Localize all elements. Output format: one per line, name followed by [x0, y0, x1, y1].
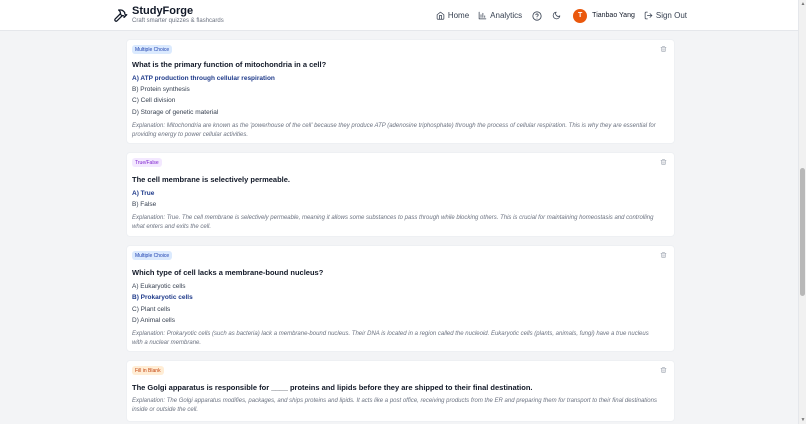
question-text: Which type of cell lacks a membrane-boun… [132, 268, 324, 277]
trash-icon[interactable] [660, 251, 667, 259]
option: C) Cell division [132, 97, 176, 104]
nav-analytics[interactable]: Analytics [478, 11, 522, 20]
theme-toggle-button[interactable] [551, 10, 562, 21]
option: D) Animal cells [132, 317, 175, 324]
option-correct: B) Prokaryotic cells [132, 294, 193, 301]
scroll-up-icon[interactable]: ▲ [800, 1, 806, 7]
question-card: Fill in Blank The Golgi apparatus is res… [126, 360, 675, 422]
scroll-thumb[interactable] [800, 168, 805, 296]
sign-out-label: Sign Out [655, 11, 687, 20]
explanation-text: Explanation: Mitochondria are known as t… [132, 123, 656, 138]
user-avatar[interactable]: T [573, 8, 588, 23]
app-header: StudyForge Craft smarter quizzes & flash… [0, 0, 798, 31]
moon-icon [552, 11, 561, 20]
app-tagline: Craft smarter quizzes & flashcards [132, 18, 224, 24]
option: A) Eukaryotic cells [132, 283, 186, 290]
option: B) False [132, 201, 157, 208]
question-card: Multiple Choice What is the primary func… [126, 39, 675, 144]
help-circle-icon [532, 10, 542, 21]
question-type-badge: Fill in Blank [132, 366, 164, 375]
explanation-text: Explanation: The Golgi apparatus modifie… [132, 398, 657, 413]
question-card: Multiple Choice Which type of cell lacks… [126, 245, 675, 352]
top-nav: Home Analytics T Tianbao Yang Sign Out [427, 0, 687, 31]
brand[interactable]: StudyForge Craft smarter quizzes & flash… [113, 5, 224, 26]
nav-analytics-label: Analytics [490, 11, 523, 20]
option: D) Storage of genetic material [132, 109, 219, 116]
nav-home[interactable]: Home [436, 11, 469, 20]
app-title: StudyForge [132, 5, 194, 17]
trash-icon[interactable] [660, 45, 667, 53]
sign-out-button[interactable]: Sign Out [644, 11, 687, 20]
help-button[interactable] [531, 10, 542, 21]
option-correct: A) ATP production through cellular respi… [132, 75, 275, 82]
option-correct: A) True [132, 190, 155, 197]
question-text: The Golgi apparatus is responsible for _… [132, 383, 533, 392]
question-list: Multiple Choice What is the primary func… [0, 31, 798, 424]
user-name: Tianbao Yang [592, 12, 635, 19]
question-type-badge: Multiple Choice [132, 251, 173, 260]
hammer-logo-icon [114, 9, 128, 22]
scroll-down-icon[interactable]: ▼ [800, 417, 806, 423]
question-card: True/False The cell membrane is selectiv… [126, 152, 675, 237]
trash-icon[interactable] [660, 158, 667, 166]
option: B) Protein synthesis [132, 86, 190, 93]
nav-home-label: Home [447, 11, 470, 20]
log-out-icon [644, 11, 653, 20]
question-type-badge: True/False [132, 158, 162, 167]
question-text: The cell membrane is selectively permeab… [132, 175, 290, 184]
question-text: What is the primary function of mitochon… [132, 60, 327, 69]
explanation-text: Explanation: Prokaryotic cells (such as … [132, 331, 649, 346]
home-icon [436, 11, 445, 20]
question-type-badge: Multiple Choice [132, 45, 173, 54]
option: C) Plant cells [132, 306, 171, 313]
trash-icon[interactable] [660, 366, 667, 374]
bar-chart-icon [478, 11, 487, 20]
explanation-text: Explanation: True. The cell membrane is … [132, 215, 654, 230]
page-scrollbar[interactable]: ▲ ▼ [798, 0, 806, 424]
